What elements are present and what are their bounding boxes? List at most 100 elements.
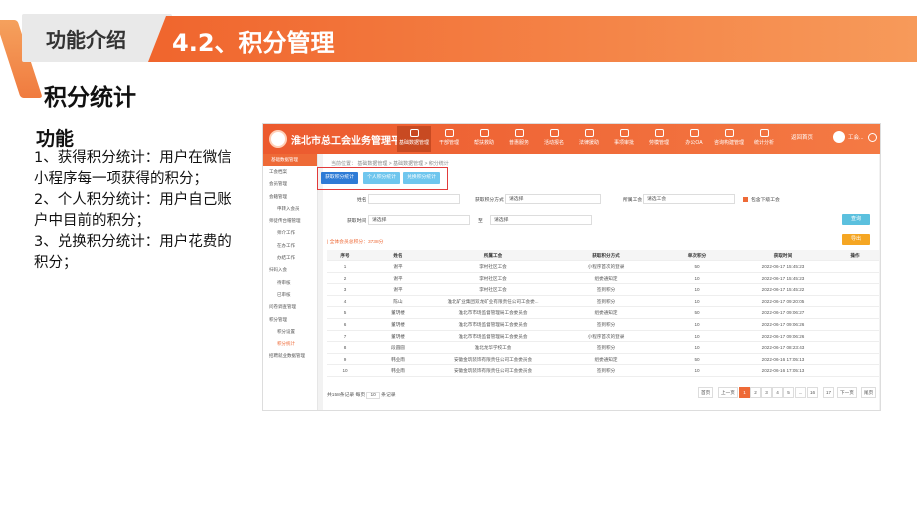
sidebar-item[interactable]: 问卷调查管理 — [263, 301, 317, 313]
tab-personal-points[interactable]: 个人积分统计 — [363, 172, 400, 184]
table-cell: 10 — [694, 298, 700, 304]
pager-button[interactable]: 5 — [783, 387, 794, 398]
sidebar-item[interactable]: 申转入会员 — [263, 203, 317, 215]
tab-earned-points[interactable]: 获取积分统计 — [321, 172, 358, 184]
nav-item[interactable]: 基础数据管理 — [397, 126, 431, 152]
union-select[interactable]: 请选工会 — [643, 194, 735, 204]
pager-button[interactable]: 4 — [772, 387, 783, 398]
pager-button[interactable]: 下一页 — [837, 387, 857, 398]
nav-item[interactable]: 事项审批 — [607, 126, 641, 152]
tab-redeemed-points[interactable]: 兑换积分统计 — [403, 172, 440, 184]
table-cell: 2022-06-16 17:05:13 — [761, 368, 805, 374]
sidebar-item[interactable]: 积分统计 — [263, 338, 317, 350]
table-cell: 2022-06-17 15:45:23 — [761, 264, 805, 269]
table-cell: 李村社区工会 — [479, 275, 507, 281]
pager-button[interactable]: 3 — [761, 387, 772, 398]
nav-item[interactable]: 干部管理 — [432, 126, 466, 152]
table-row: 2 谢平 李村社区工会 组委通知定 10 2022-06-17 15:45:23 — [327, 273, 879, 285]
nav-icon — [689, 129, 699, 137]
pager-button[interactable]: 1 — [739, 387, 750, 398]
sidebar-item[interactable]: 在办工作 — [263, 240, 317, 252]
table-cell: 9 — [343, 356, 347, 362]
app-screenshot: 淮北市总工会业务管理平台 基础数据管理 干部管理 帮扶救助 普惠服务 活动报名 法律援助 事… — [262, 123, 881, 411]
th: 操作 — [850, 253, 860, 258]
table-cell: 李村社区工会 — [479, 264, 507, 269]
table-cell: 小程序首次的登录 — [587, 264, 625, 269]
table-row: 7 董玥楼 淮北市市场监督管理局工会委员会 小程序首次的登录 10 2022-06-17 … — [327, 331, 879, 343]
sidebar-item[interactable]: 待审核 — [263, 277, 317, 289]
page-size-select[interactable]: 10 — [366, 392, 380, 399]
user-name: 工会... — [848, 135, 864, 141]
sidebar-item[interactable]: 积分管理 — [263, 314, 317, 326]
table-cell: 签到积分 — [596, 321, 616, 327]
pager-button[interactable]: 17 — [823, 387, 835, 398]
table-cell: 2022-06-17 15:45:23 — [761, 275, 805, 281]
table-cell — [831, 284, 879, 295]
pager-info-b: 条记录 — [381, 393, 396, 398]
name-input[interactable] — [368, 194, 460, 204]
table-cell: 董玥楼 — [391, 310, 405, 316]
table-cell: 2022-06-17 09:06:27 — [761, 310, 805, 316]
sidebar-item[interactable]: 会籍管理 — [263, 191, 317, 203]
sidebar-item[interactable]: 积分设置 — [263, 326, 317, 338]
table-cell: 7 — [343, 333, 347, 339]
table-cell: 安徽金筑装饰有限责任公司工会委员会 — [453, 368, 533, 374]
time-label: 获取时间 — [347, 219, 367, 224]
table-cell: 淮北矿业集团双龙矿业有限责任公司工会委... — [447, 298, 539, 304]
app-title: 淮北市总工会业务管理平台 — [291, 136, 411, 147]
home-link[interactable]: 返回首页 — [791, 133, 813, 141]
table-cell — [831, 319, 879, 330]
sidebar-item[interactable]: 办结工作 — [263, 252, 317, 264]
nav-item[interactable]: 办公OA — [677, 126, 711, 152]
nav-item[interactable]: 咨询构建管理 — [712, 126, 746, 152]
sidebar-item[interactable]: 会员管理 — [263, 178, 317, 190]
method-select[interactable]: 请选择 — [505, 194, 601, 204]
table-cell: 10 — [694, 345, 700, 351]
name-label: 姓名 — [357, 198, 367, 203]
table-cell: 段圆圆 — [391, 345, 405, 351]
nav-item[interactable]: 劳模管理 — [642, 126, 676, 152]
pager-button[interactable]: 上一页 — [718, 387, 738, 398]
include-sub-checkbox[interactable] — [743, 197, 748, 202]
table-row: 5 董玥楼 淮北市市场监督管理局工会委员会 组委通知定 50 2022-06-17 09:… — [327, 307, 879, 319]
nav-item[interactable]: 活动报名 — [537, 126, 571, 152]
pager-button[interactable]: 首页 — [698, 387, 714, 398]
nav-item[interactable]: 统计分析 — [747, 126, 781, 152]
sidebar-item[interactable]: 工会档案 — [263, 166, 317, 178]
table-cell: 3 — [343, 287, 347, 293]
start-date-input[interactable]: 请选择 — [368, 215, 470, 225]
sidebar-item[interactable]: 师介工作 — [263, 227, 317, 239]
nav-item[interactable]: 普惠服务 — [502, 126, 536, 152]
table-row: 1 谢平 李村社区工会 小程序首次的登录 50 2022-06-17 15:45:23 — [327, 261, 879, 273]
pager-button[interactable]: 16 — [807, 387, 819, 398]
sidebar-item[interactable]: 已审核 — [263, 289, 317, 301]
nav-item[interactable]: 帮扶救助 — [467, 126, 501, 152]
sidebar-item[interactable]: 扫码入会 — [263, 264, 317, 276]
sidebar-list: 工会档案 会员管理 会籍管理 申转入会员 师徒传台帽管理 师介工作 在办工作 办结工作 扫码入会… — [263, 166, 317, 363]
search-button[interactable]: 查询 — [842, 214, 870, 225]
export-button[interactable]: 导出 — [842, 234, 870, 245]
pager-button[interactable]: 2 — [750, 387, 761, 398]
table-cell: 组委通知定 — [594, 275, 618, 281]
pager-info: 共158条记录 每页 10 条记录 — [327, 391, 396, 399]
logout-icon[interactable] — [868, 133, 877, 142]
feature-line: 1、获得积分统计：用户在微信小程序每一项获得的积分； — [34, 150, 232, 187]
table-row: 10 韩业雨 安徽金筑装饰有限责任公司工会委员会 签到积分 10 2022-06-16 1… — [327, 365, 879, 377]
nav-item[interactable]: 法律援助 — [572, 126, 606, 152]
sidebar-item[interactable]: 师徒传台帽管理 — [263, 215, 317, 227]
sidebar-head[interactable]: 基础数据管理 — [263, 154, 317, 166]
end-date-input[interactable]: 请选择 — [490, 215, 592, 225]
table-cell: 淮北龙华学校工会 — [474, 345, 512, 351]
nav-icon — [759, 129, 769, 137]
nav-icon — [724, 129, 734, 137]
pager-button[interactable]: 尾页 — [861, 387, 877, 398]
table-cell: 1 — [343, 264, 347, 269]
pager-button[interactable]: ... — [795, 387, 806, 398]
table-cell: 2 — [343, 275, 347, 281]
nav-label: 干部管理 — [438, 140, 459, 146]
avatar[interactable] — [833, 131, 845, 143]
table-cell — [831, 365, 879, 376]
sidebar-item[interactable]: 招聘就业数据管理 — [263, 350, 317, 362]
nav-icon — [584, 129, 594, 137]
table-cell: 安徽金筑装饰有限责任公司工会委员会 — [453, 356, 533, 362]
